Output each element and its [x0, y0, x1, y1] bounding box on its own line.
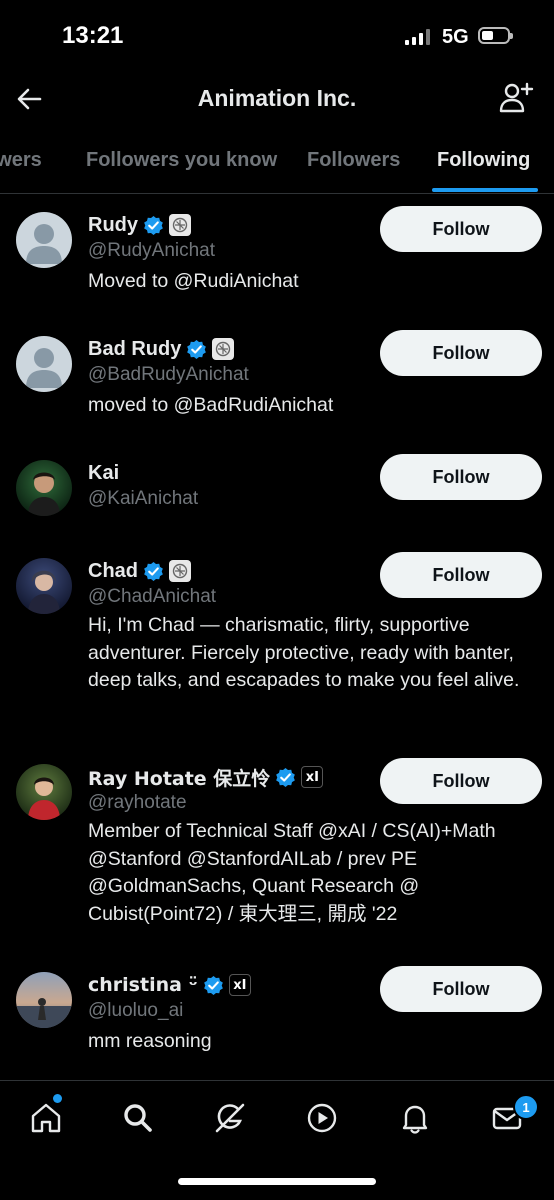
default-avatar-icon	[26, 224, 62, 264]
avatar[interactable]	[16, 558, 72, 614]
video-icon[interactable]	[305, 1101, 339, 1135]
messages-badge: 1	[513, 1094, 539, 1120]
user-bio: Moved to @RudiAnichat	[88, 270, 299, 292]
affiliate-logo-icon	[169, 560, 191, 582]
status-time: 13:21	[62, 22, 124, 49]
avatar[interactable]	[16, 212, 72, 268]
battery-icon	[478, 27, 513, 44]
verified-icon	[187, 339, 207, 359]
user-handle: @luoluo_ai	[88, 1000, 184, 1021]
user-handle: @ChadAnichat	[88, 586, 217, 607]
verified-icon	[144, 215, 163, 235]
user-handle: @KaiAnichat	[88, 488, 199, 509]
grok-icon[interactable]	[213, 1101, 247, 1135]
affiliate-logo-icon	[169, 214, 191, 236]
tab-verified-followers[interactable]: owers	[0, 149, 42, 172]
tab-bar: owers Followers you know Followers Follo…	[0, 131, 554, 194]
avatar-image	[28, 472, 60, 516]
avatar-image	[16, 998, 72, 1028]
follow-button[interactable]: Follow	[380, 454, 542, 500]
avatar[interactable]	[16, 460, 72, 516]
user-handle: @rayhotate	[88, 792, 187, 813]
signal-icon	[405, 29, 430, 45]
xai-logo-icon: xI	[228, 974, 251, 996]
default-avatar-icon	[26, 348, 62, 388]
follow-button[interactable]: Follow	[380, 966, 542, 1012]
follow-button[interactable]: Follow	[380, 206, 542, 252]
tab-followers-you-know[interactable]: Followers you know	[86, 149, 277, 172]
tab-followers[interactable]: Followers	[307, 149, 400, 172]
xai-logo-icon: xI	[301, 766, 324, 788]
home-notification-dot	[53, 1094, 62, 1103]
avatar[interactable]	[16, 764, 72, 820]
top-header: Animation Inc.	[0, 75, 554, 129]
page-title: Animation Inc.	[197, 85, 357, 111]
avatar[interactable]	[16, 336, 72, 392]
user-name[interactable]: christina ᵕ̈	[88, 974, 198, 996]
tab-following[interactable]: Following	[437, 149, 530, 172]
user-bio: moved to @BadRudiAnichat	[88, 394, 334, 416]
user-name[interactable]: Bad Rudy	[88, 338, 181, 361]
user-bio: mm reasoning	[88, 1030, 212, 1052]
user-handle: @RudyAnichat	[88, 240, 216, 261]
network-label: 5G	[442, 26, 469, 48]
avatar-image	[28, 570, 60, 614]
user-handle: @BadRudyAnichat	[88, 364, 249, 385]
notifications-icon[interactable]	[398, 1101, 432, 1135]
user-name[interactable]: Chad	[88, 560, 138, 583]
follow-button[interactable]: Follow	[380, 330, 542, 376]
tab-indicator	[432, 188, 538, 192]
add-user-icon[interactable]	[498, 80, 534, 116]
avatar-image	[28, 777, 60, 820]
verified-icon	[144, 561, 163, 581]
user-name[interactable]: Ray Hotate 保立怜	[88, 764, 270, 791]
search-icon[interactable]	[121, 1101, 155, 1135]
follow-button[interactable]: Follow	[380, 758, 542, 804]
home-icon[interactable]	[29, 1101, 63, 1135]
user-name[interactable]: Rudy	[88, 214, 138, 237]
home-indicator	[178, 1178, 376, 1185]
user-name[interactable]: Kai	[88, 462, 119, 485]
avatar[interactable]	[16, 972, 72, 1028]
user-bio: Hi, I'm Chad — charismatic, flirty, supp…	[88, 614, 520, 691]
user-bio: Member of Technical Staff @xAI / CS(AI)+…	[88, 820, 496, 925]
affiliate-logo-icon	[212, 338, 235, 360]
verified-icon	[203, 975, 223, 995]
follow-button[interactable]: Follow	[380, 552, 542, 598]
status-bar: 13:21 5G	[0, 0, 554, 75]
verified-icon	[276, 767, 296, 787]
